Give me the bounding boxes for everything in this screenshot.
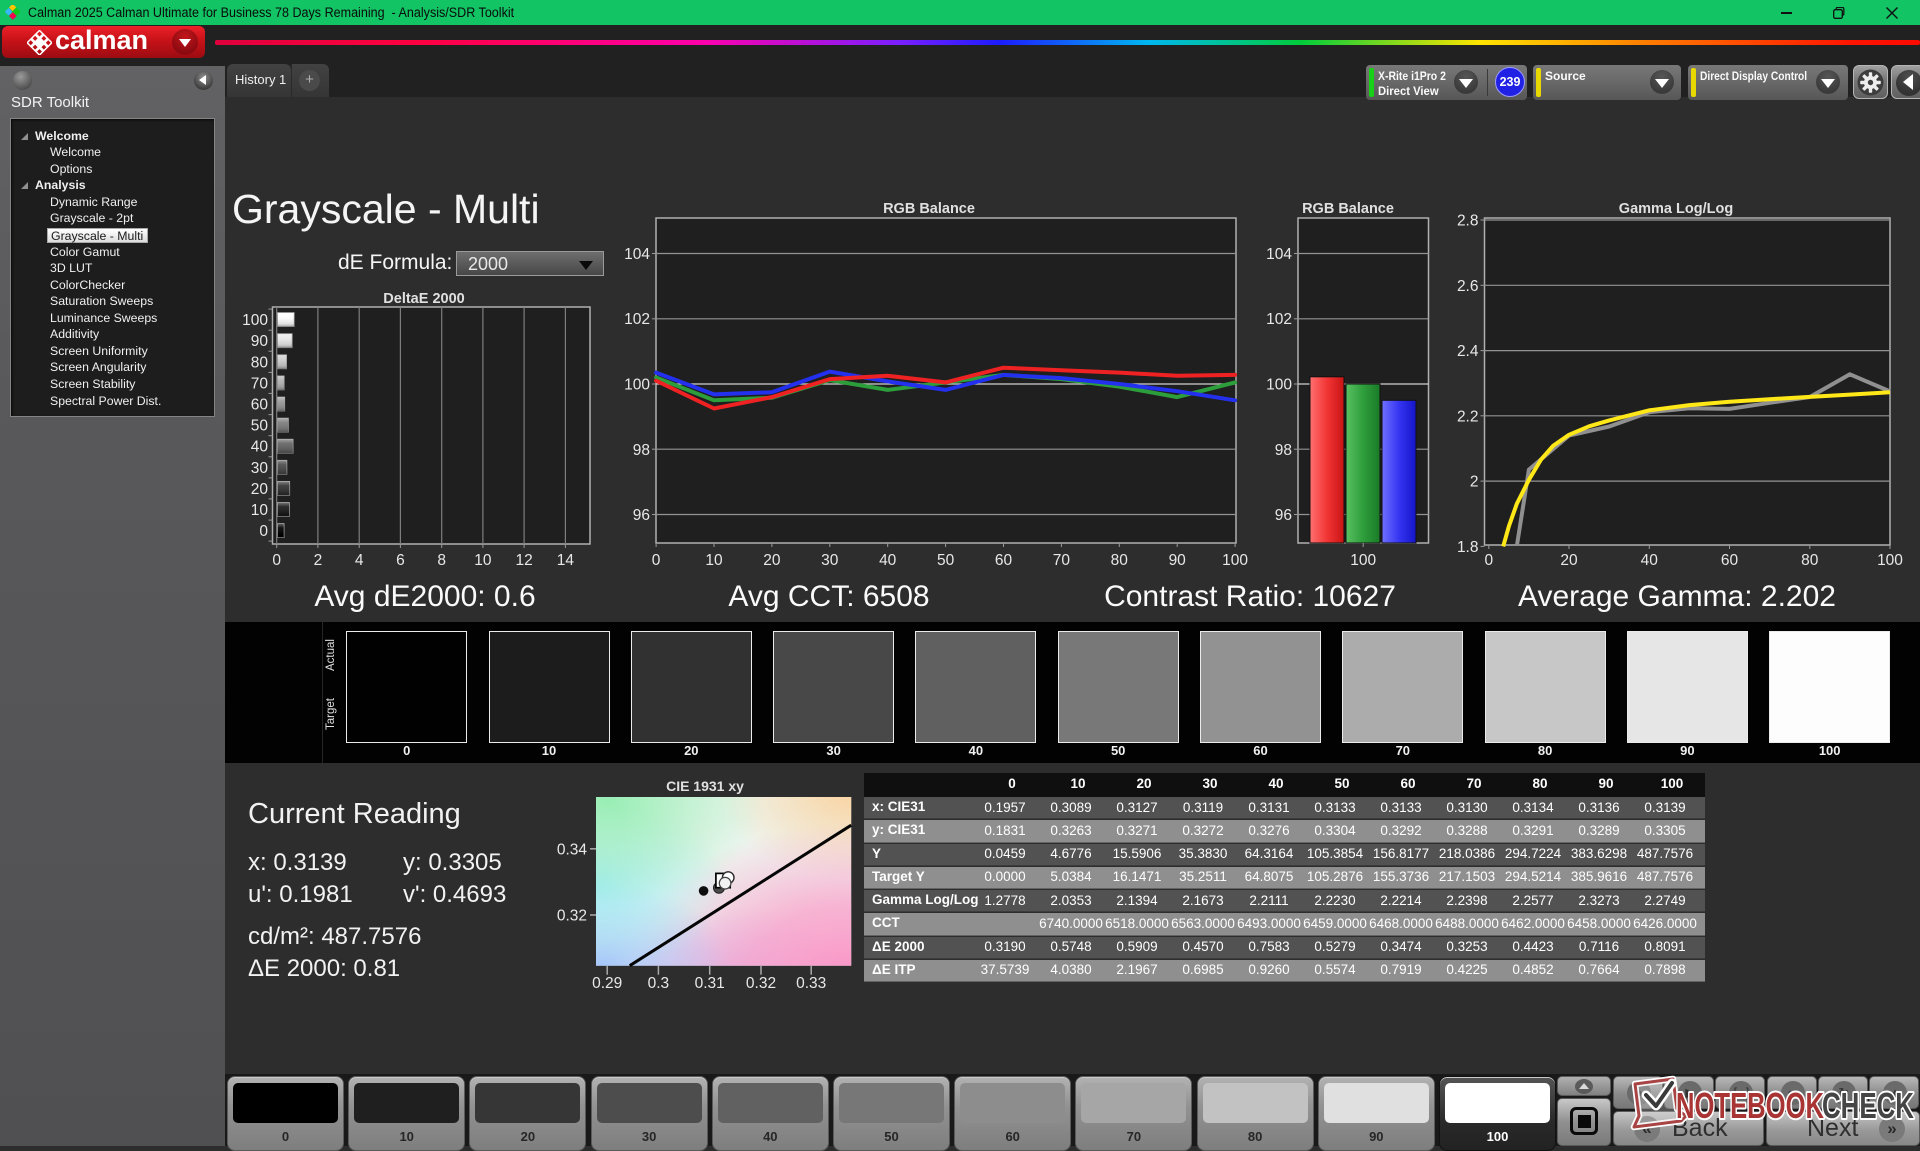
svg-text:Average Gamma: 2.202: Average Gamma: 2.202 [1518, 580, 1836, 613]
svg-text:70: 70 [1053, 552, 1071, 569]
svg-text:80: 80 [1801, 552, 1819, 569]
svg-text:RGB Balance: RGB Balance [1302, 201, 1394, 217]
svg-text:100: 100 [1222, 552, 1248, 569]
svg-text:104: 104 [624, 246, 650, 263]
svg-text:10: 10 [251, 502, 269, 519]
svg-text:0: 0 [272, 552, 281, 569]
svg-text:96: 96 [633, 507, 650, 524]
svg-text:70: 70 [251, 375, 269, 392]
svg-text:Contrast Ratio: 10627: Contrast Ratio: 10627 [1104, 580, 1396, 613]
svg-text:60: 60 [251, 397, 269, 414]
svg-text:80: 80 [1111, 552, 1129, 569]
svg-text:50: 50 [937, 552, 955, 569]
svg-text:2.2: 2.2 [1457, 408, 1479, 425]
svg-text:Avg dE2000: 0.6: Avg dE2000: 0.6 [314, 580, 535, 613]
svg-text:102: 102 [1266, 311, 1292, 328]
svg-text:6: 6 [396, 552, 405, 569]
svg-text:96: 96 [1275, 507, 1292, 524]
svg-text:0.32: 0.32 [557, 908, 587, 925]
svg-text:30: 30 [251, 460, 269, 477]
svg-text:40: 40 [879, 552, 897, 569]
svg-text:102: 102 [624, 311, 650, 328]
svg-text:100: 100 [242, 312, 268, 329]
svg-text:0: 0 [1484, 552, 1493, 569]
svg-text:0.3: 0.3 [648, 975, 670, 992]
svg-text:Avg CCT: 6508: Avg CCT: 6508 [728, 580, 929, 613]
svg-text:60: 60 [995, 552, 1013, 569]
svg-text:20: 20 [763, 552, 781, 569]
svg-text:0.33: 0.33 [796, 975, 826, 992]
svg-text:0.29: 0.29 [592, 975, 622, 992]
svg-text:40: 40 [251, 439, 269, 456]
svg-text:12: 12 [515, 552, 532, 569]
svg-text:98: 98 [1275, 442, 1292, 459]
svg-text:8: 8 [437, 552, 446, 569]
svg-text:20: 20 [251, 481, 269, 498]
svg-text:NOTEBOOK: NOTEBOOK [1676, 1085, 1824, 1126]
svg-text:Gamma Log/Log: Gamma Log/Log [1619, 201, 1733, 217]
svg-text:40: 40 [1641, 552, 1659, 569]
svg-text:0.31: 0.31 [695, 975, 725, 992]
svg-text:90: 90 [251, 333, 269, 350]
svg-text:104: 104 [1266, 246, 1292, 263]
svg-text:14: 14 [557, 552, 575, 569]
svg-text:4: 4 [355, 552, 364, 569]
svg-text:0.32: 0.32 [746, 975, 776, 992]
svg-text:CHECK: CHECK [1822, 1085, 1914, 1126]
svg-text:0.34: 0.34 [557, 841, 588, 858]
svg-text:RGB Balance: RGB Balance [883, 201, 975, 217]
svg-text:80: 80 [251, 354, 269, 371]
svg-text:0: 0 [652, 552, 661, 569]
svg-text:100: 100 [1350, 552, 1376, 569]
svg-text:10: 10 [474, 552, 492, 569]
svg-text:90: 90 [1169, 552, 1187, 569]
svg-text:98: 98 [633, 442, 650, 459]
svg-text:50: 50 [251, 418, 269, 435]
svg-text:10: 10 [705, 552, 723, 569]
svg-text:1.8: 1.8 [1457, 539, 1479, 556]
svg-text:60: 60 [1721, 552, 1739, 569]
svg-text:2.8: 2.8 [1457, 213, 1479, 230]
svg-text:20: 20 [1560, 552, 1578, 569]
svg-text:CIE 1931 xy: CIE 1931 xy [666, 778, 744, 794]
svg-text:DeltaE 2000: DeltaE 2000 [383, 291, 464, 307]
svg-text:100: 100 [1877, 552, 1903, 569]
svg-text:0: 0 [259, 523, 268, 540]
svg-text:2: 2 [314, 552, 323, 569]
svg-text:30: 30 [821, 552, 839, 569]
svg-text:2.6: 2.6 [1457, 278, 1479, 295]
svg-text:2.4: 2.4 [1457, 343, 1479, 360]
svg-text:100: 100 [624, 377, 650, 394]
svg-text:2: 2 [1470, 474, 1479, 491]
svg-text:100: 100 [1266, 377, 1292, 394]
